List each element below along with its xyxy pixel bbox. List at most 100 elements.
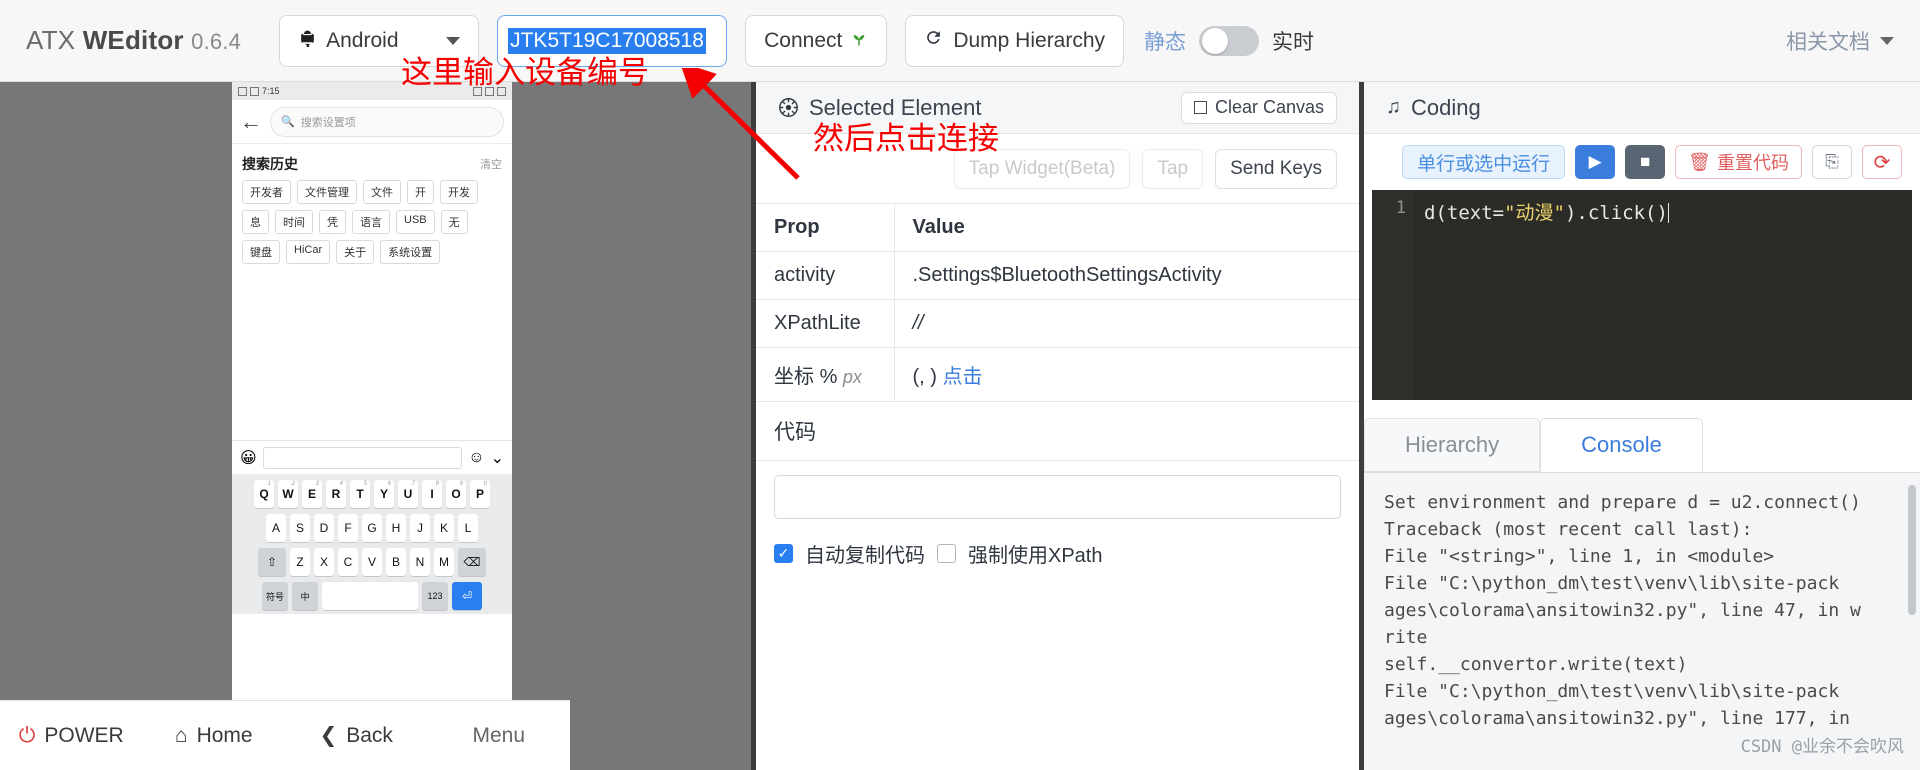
- force-xpath-checkbox[interactable]: [937, 544, 956, 563]
- key-p[interactable]: 0P: [470, 480, 490, 508]
- key-l[interactable]: L: [458, 514, 478, 542]
- history-chip[interactable]: 凭: [319, 210, 346, 234]
- key-f[interactable]: F: [338, 514, 358, 542]
- navbar-home-button[interactable]: ⌂ Home: [143, 724, 286, 748]
- history-chip[interactable]: 无: [440, 210, 468, 234]
- coding-toolbar[interactable]: 单行或选中运行 ▶ ■ 🗑 重置代码 ⎘ ⟳: [1364, 134, 1920, 190]
- console-output[interactable]: Set environment and prepare d = u2.conne…: [1364, 473, 1920, 770]
- chevron-down-icon[interactable]: ⌄: [491, 448, 504, 468]
- soft-keyboard[interactable]: 1Q 2W 3E 4R 5T 6Y 7U 8I 9O 0P A S D F G …: [232, 474, 512, 614]
- tab-hierarchy[interactable]: Hierarchy: [1364, 418, 1541, 472]
- key-b[interactable]: B: [386, 548, 406, 576]
- history-chip[interactable]: 开发: [440, 180, 478, 204]
- navbar-power-button[interactable]: ⏻ POWER: [0, 724, 143, 748]
- code-editor[interactable]: 1 d(text="动漫").click(): [1372, 190, 1912, 400]
- send-keys-button[interactable]: Send Keys: [1215, 148, 1337, 189]
- generated-code-input[interactable]: [774, 475, 1341, 519]
- key-sup: 2: [291, 481, 295, 487]
- console-scrollbar[interactable]: [1908, 485, 1916, 615]
- related-docs-menu[interactable]: 相关文档: [1786, 26, 1894, 56]
- key-m[interactable]: M: [434, 548, 454, 576]
- key-h[interactable]: H: [386, 514, 406, 542]
- device-mirror-pane[interactable]: 7:15 ← 🔍 搜索设置项 搜索历史 清空 开发者 文件管理 文件 开 开发 …: [0, 82, 756, 770]
- connect-button[interactable]: Connect: [745, 14, 888, 67]
- output-tabs[interactable]: Hierarchy Console: [1364, 418, 1920, 473]
- history-chip[interactable]: 开发者: [242, 180, 291, 204]
- key-q[interactable]: 1Q: [254, 480, 274, 508]
- key-u[interactable]: 7U: [398, 480, 418, 508]
- history-chip[interactable]: 文件管理: [297, 180, 357, 204]
- mode-toggle-group[interactable]: 静态 实时: [1144, 25, 1314, 56]
- history-chip[interactable]: 语言: [352, 210, 390, 234]
- search-history-clear[interactable]: 清空: [480, 156, 502, 172]
- keyboard-row-4[interactable]: 符号 中 123 ⏎: [236, 582, 508, 610]
- key-z[interactable]: Z: [290, 548, 310, 576]
- device-screen[interactable]: 7:15 ← 🔍 搜索设置项 搜索历史 清空 开发者 文件管理 文件 开 开发 …: [232, 82, 512, 702]
- key-c[interactable]: C: [338, 548, 358, 576]
- key-t[interactable]: 5T: [350, 480, 370, 508]
- tap-button[interactable]: Tap: [1142, 148, 1204, 189]
- key-a[interactable]: A: [266, 514, 286, 542]
- history-chip[interactable]: HiCar: [286, 240, 331, 264]
- key-s[interactable]: S: [290, 514, 310, 542]
- key-w[interactable]: 2W: [278, 480, 298, 508]
- dump-hierarchy-button[interactable]: Dump Hierarchy: [905, 14, 1125, 67]
- music-note-icon: ♫: [1386, 96, 1401, 118]
- ime-text-input[interactable]: [262, 446, 463, 469]
- key-symbols[interactable]: 符号: [262, 582, 288, 610]
- key-j[interactable]: J: [410, 514, 430, 542]
- code-prefix: d(text=: [1424, 202, 1505, 224]
- ime-input-row[interactable]: 😀 ☺ ⌄: [232, 440, 512, 474]
- key-numbers[interactable]: 123: [422, 582, 448, 610]
- history-chip[interactable]: 开: [407, 180, 434, 204]
- element-options-row[interactable]: 自动复制代码 强制使用XPath: [756, 519, 1359, 588]
- mode-toggle[interactable]: [1199, 25, 1260, 56]
- history-chip[interactable]: 息: [242, 210, 269, 234]
- navbar-back-button[interactable]: ❮ Back: [285, 723, 428, 748]
- emoji-icon[interactable]: ☺: [468, 449, 484, 467]
- key-k[interactable]: K: [434, 514, 454, 542]
- android-icon: [298, 28, 317, 53]
- keyboard-row-2[interactable]: A S D F G H J K L: [236, 514, 508, 542]
- shift-icon[interactable]: ⇧: [258, 548, 286, 576]
- history-chip[interactable]: 关于: [336, 240, 375, 264]
- copy-code-button[interactable]: ⎘: [1812, 145, 1852, 179]
- key-d[interactable]: D: [314, 514, 334, 542]
- back-arrow-icon[interactable]: ←: [240, 110, 262, 133]
- history-chip[interactable]: 系统设置: [380, 240, 441, 264]
- backspace-icon[interactable]: ⌫: [458, 548, 486, 576]
- history-chip[interactable]: 时间: [275, 210, 313, 234]
- key-space[interactable]: [322, 582, 418, 610]
- key-x[interactable]: X: [314, 548, 334, 576]
- device-search-input[interactable]: 🔍 搜索设置项: [270, 106, 504, 137]
- key-g[interactable]: G: [362, 514, 382, 542]
- stop-button[interactable]: ■: [1625, 145, 1666, 179]
- device-navbar[interactable]: ⏻ POWER ⌂ Home ❮ Back Menu: [0, 700, 570, 770]
- key-o[interactable]: 9O: [446, 480, 466, 508]
- history-chip[interactable]: 键盘: [242, 240, 280, 264]
- run-button[interactable]: ▶: [1575, 145, 1616, 179]
- device-search-bar[interactable]: ← 🔍 搜索设置项: [232, 100, 512, 144]
- keyboard-row-1[interactable]: 1Q 2W 3E 4R 5T 6Y 7U 8I 9O 0P: [236, 480, 508, 508]
- history-chip[interactable]: USB: [396, 210, 435, 234]
- reset-code-button[interactable]: 🗑 重置代码: [1675, 145, 1802, 179]
- navbar-menu-button[interactable]: Menu: [428, 724, 571, 748]
- key-e[interactable]: 3E: [302, 480, 322, 508]
- key-n[interactable]: N: [410, 548, 430, 576]
- tab-console[interactable]: Console: [1540, 418, 1703, 472]
- clear-canvas-button[interactable]: Clear Canvas: [1180, 91, 1337, 124]
- key-r[interactable]: 4R: [326, 480, 346, 508]
- key-i[interactable]: 8I: [422, 480, 442, 508]
- key-language[interactable]: 中: [292, 582, 318, 610]
- key-enter[interactable]: ⏎: [452, 582, 482, 610]
- coord-click-link[interactable]: 点击: [943, 366, 983, 388]
- reload-button[interactable]: ⟳: [1862, 145, 1902, 179]
- sticker-icon[interactable]: 😀: [240, 448, 257, 468]
- editor-code-line[interactable]: d(text="动漫").click(): [1414, 190, 1912, 400]
- search-history-chips[interactable]: 开发者 文件管理 文件 开 开发 息 时间 凭 语言 USB 无 键盘 HiCa…: [232, 180, 512, 272]
- keyboard-row-3[interactable]: ⇧ Z X C V B N M ⌫: [236, 548, 508, 576]
- history-chip[interactable]: 文件: [363, 180, 401, 204]
- key-y[interactable]: 6Y: [374, 480, 394, 508]
- key-v[interactable]: V: [362, 548, 382, 576]
- auto-copy-code-checkbox[interactable]: [774, 544, 793, 563]
